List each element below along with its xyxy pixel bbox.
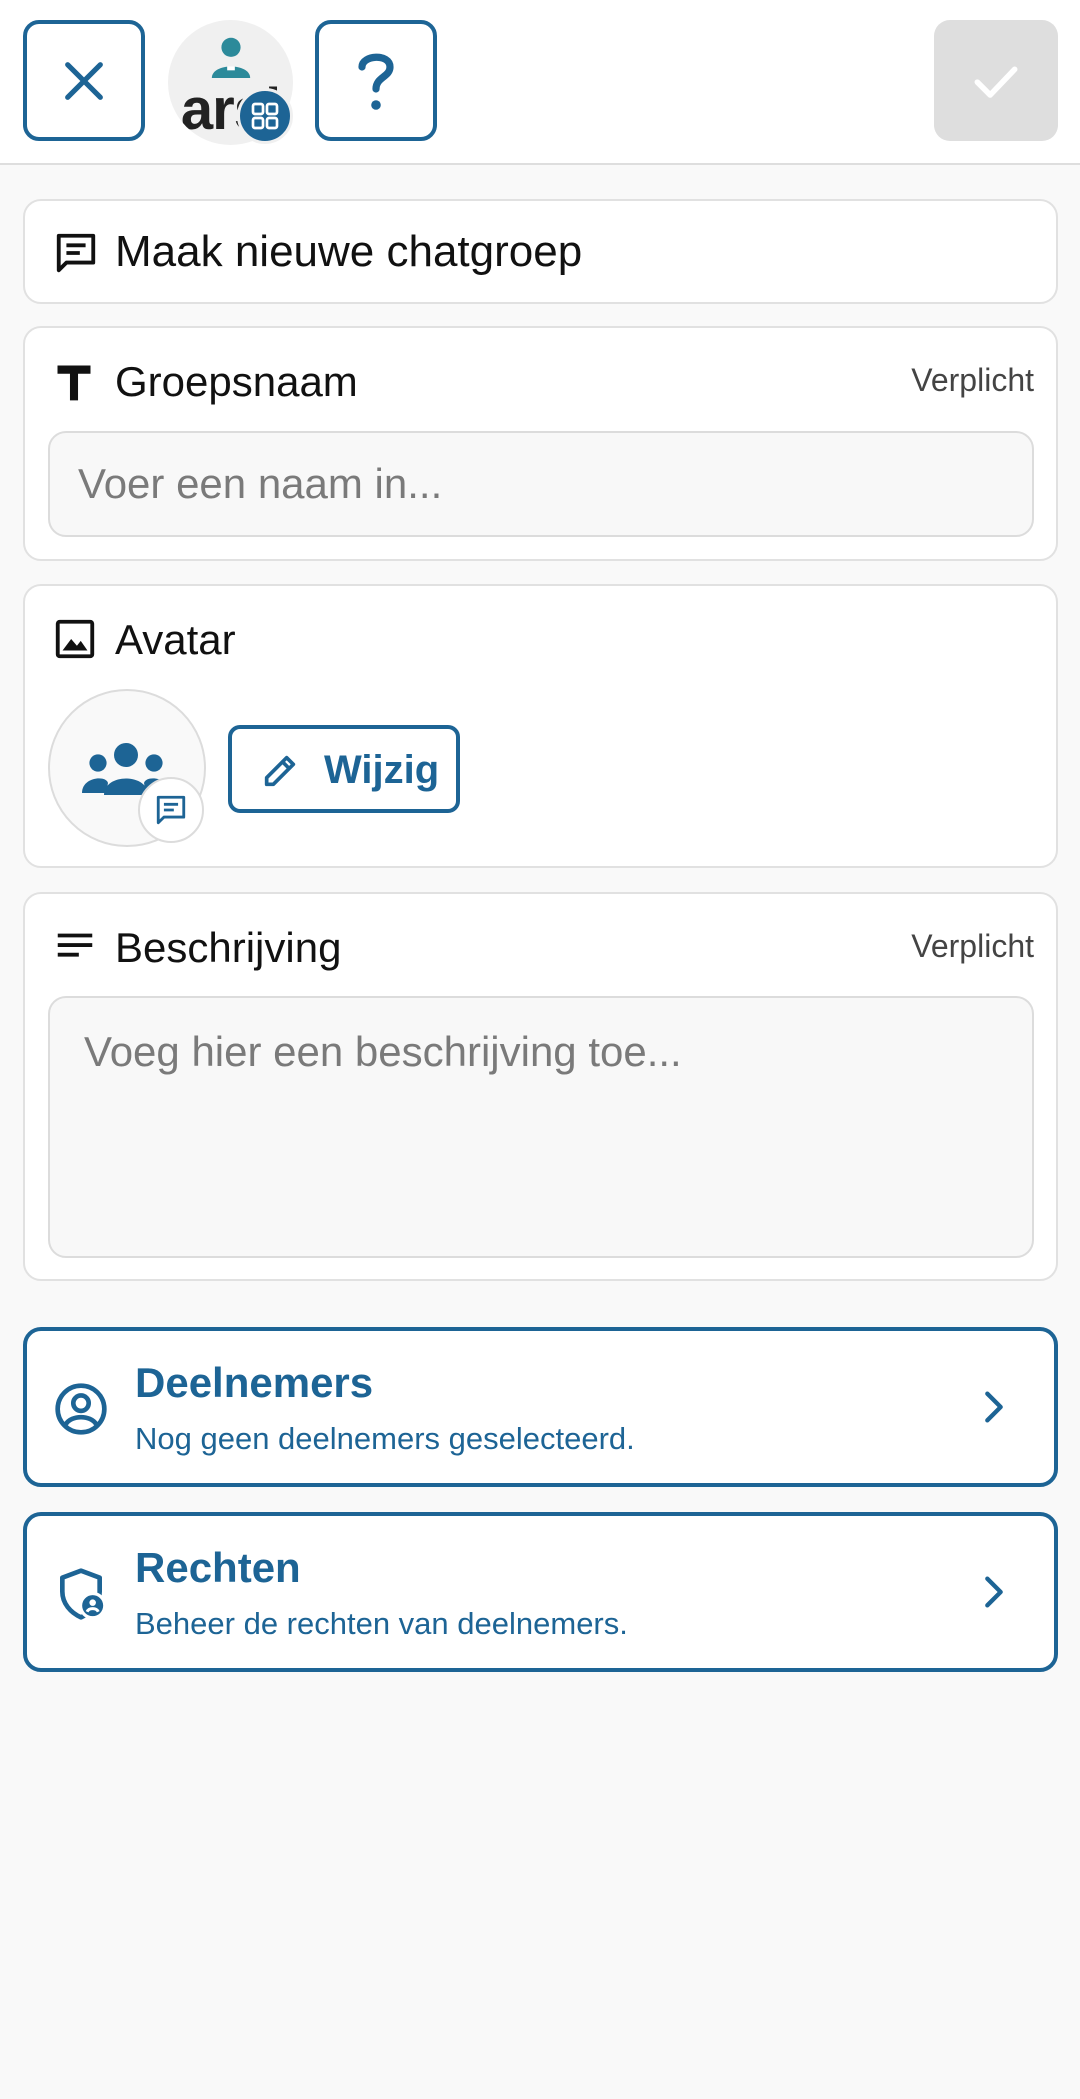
chevron-right-icon xyxy=(985,1576,1003,1608)
participants-title: Deelnemers xyxy=(135,1359,374,1406)
rights-subtitle: Beheer de rechten van deelnemers. xyxy=(135,1606,628,1641)
help-button[interactable] xyxy=(315,20,437,141)
avatar-card: Avatar Wijzig xyxy=(23,584,1058,868)
description-textarea[interactable] xyxy=(84,1028,998,1226)
align-left-icon xyxy=(57,933,93,957)
person-icon xyxy=(211,37,251,78)
image-icon xyxy=(55,619,95,659)
grid-icon xyxy=(251,102,279,130)
chevron-right-icon xyxy=(985,1391,1003,1423)
rights-button[interactable]: Rechten Beheer de rechten van deelnemers… xyxy=(23,1512,1058,1672)
description-label: Beschrijving xyxy=(115,924,342,971)
chat-icon xyxy=(156,795,186,825)
text-icon xyxy=(57,365,91,401)
edit-avatar-label: Wijzig xyxy=(324,748,440,792)
top-bar: arsi xyxy=(0,0,1080,165)
avatar-label: Avatar xyxy=(115,616,236,663)
title-card: Maak nieuwe chatgroep xyxy=(23,199,1058,304)
group-name-card: Groepsnaam Verplicht xyxy=(23,326,1058,561)
checkmark-icon xyxy=(974,66,1018,98)
confirm-button[interactable] xyxy=(934,20,1058,141)
group-name-input[interactable] xyxy=(78,433,1004,535)
rights-title: Rechten xyxy=(135,1544,301,1591)
app-switcher-badge[interactable] xyxy=(237,88,293,144)
description-card: Beschrijving Verplicht xyxy=(23,892,1058,1281)
group-name-field[interactable] xyxy=(48,431,1034,537)
close-button[interactable] xyxy=(23,20,145,141)
question-mark-icon xyxy=(358,53,394,110)
required-label: Verplicht xyxy=(911,362,1034,398)
page-title: Maak nieuwe chatgroep xyxy=(115,227,583,276)
participants-subtitle: Nog geen deelnemers geselecteerd. xyxy=(135,1421,635,1456)
participants-button[interactable]: Deelnemers Nog geen deelnemers geselecte… xyxy=(23,1327,1058,1487)
account-circle-icon xyxy=(55,1383,107,1435)
chat-badge xyxy=(138,777,204,843)
close-icon xyxy=(65,61,103,100)
edit-avatar-button[interactable]: Wijzig xyxy=(228,725,460,813)
group-avatar xyxy=(48,689,206,847)
required-label: Verplicht xyxy=(911,928,1034,964)
group-name-label: Groepsnaam xyxy=(115,358,358,405)
shield-user-icon xyxy=(60,1568,107,1620)
description-field[interactable] xyxy=(48,996,1034,1258)
pencil-icon xyxy=(264,755,296,787)
chat-icon xyxy=(56,233,96,273)
